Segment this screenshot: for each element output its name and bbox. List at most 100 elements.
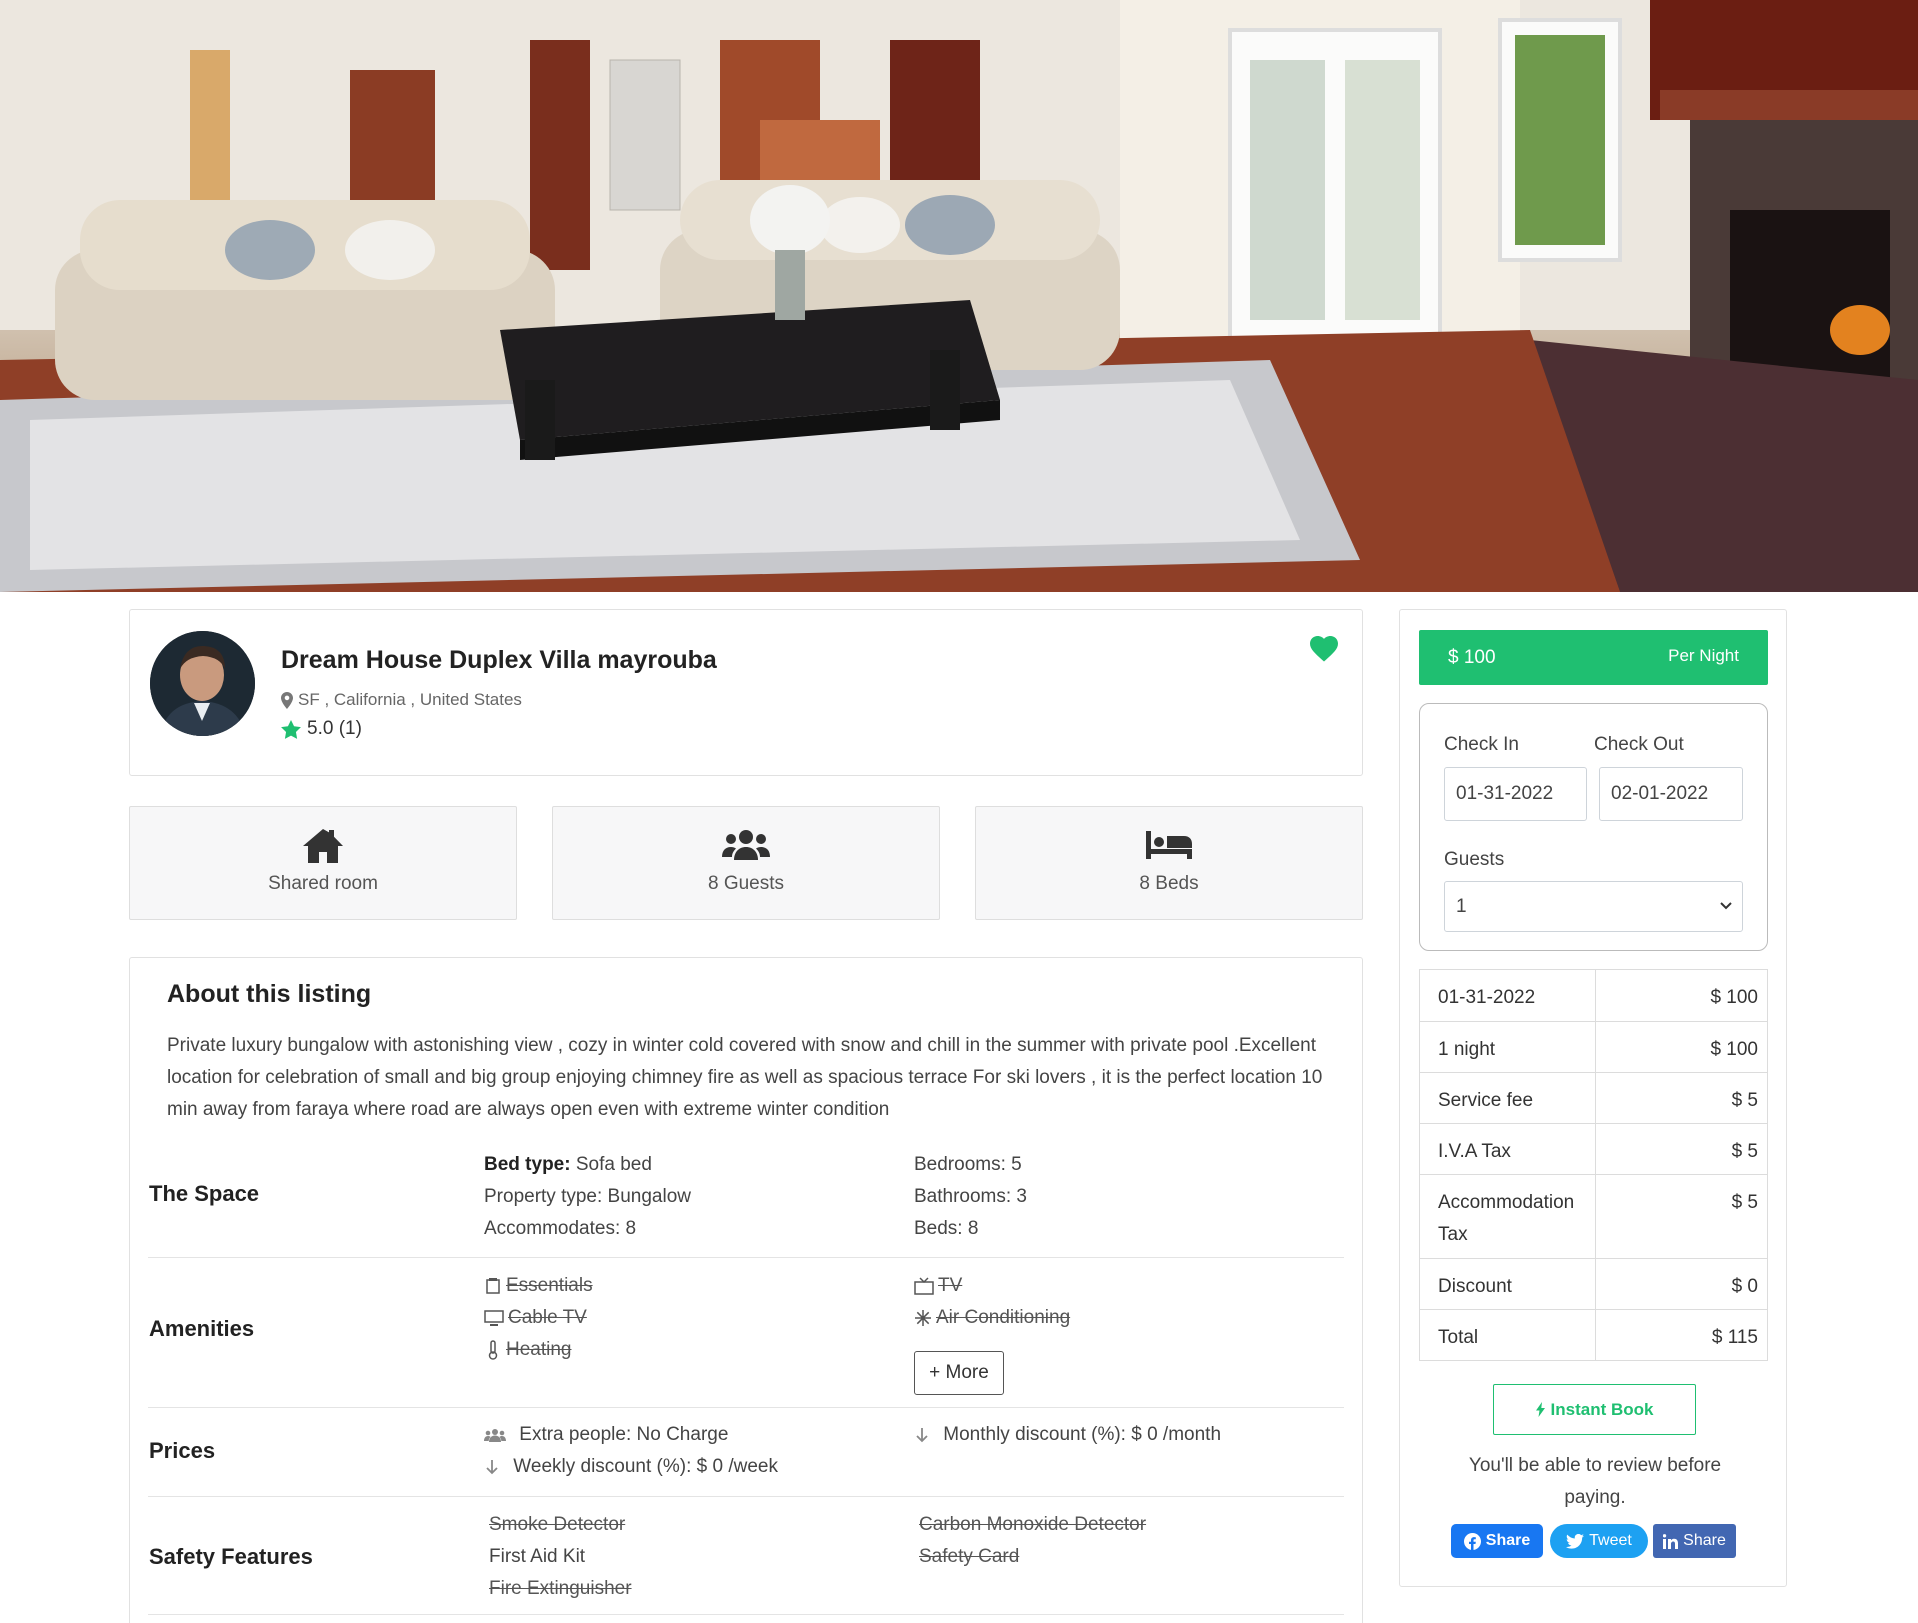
summary-label: Total — [1419, 1309, 1596, 1361]
snowflake-icon — [915, 1310, 931, 1326]
summary-amount: $ 0 — [1595, 1258, 1768, 1310]
listing-header-card: Dream House Duplex Villa mayrouba SF , C… — [129, 609, 1363, 776]
twitter-tweet-button[interactable]: Tweet — [1550, 1524, 1648, 1558]
summary-amount: $ 5 — [1595, 1072, 1768, 1124]
hero-image — [0, 0, 1918, 592]
amenities-col-right: TV Air Conditioning — [914, 1270, 1070, 1334]
twitter-tweet-label: Tweet — [1589, 1532, 1632, 1549]
safety-first-aid-kit: First Aid Kit — [489, 1546, 586, 1567]
booking-card: $ 100 Per Night Check In Check Out 01-31… — [1399, 609, 1787, 1587]
feature-label: 8 Guests — [707, 873, 785, 894]
summary-amount: $ 5 — [1595, 1174, 1768, 1259]
guests-label: Guests — [1444, 849, 1505, 870]
monthly-discount: Monthly discount (%): $ 0 /month — [943, 1424, 1222, 1445]
tv-icon — [914, 1277, 934, 1295]
feature-label: 8 Beds — [1139, 873, 1199, 894]
linkedin-share-label: Share — [1683, 1532, 1726, 1549]
table-row: Total $ 115 — [1419, 1309, 1768, 1361]
check-in-label: Check In — [1444, 734, 1519, 755]
host-avatar[interactable] — [150, 631, 255, 736]
accommodates: Accommodates: 8 — [484, 1218, 637, 1239]
location-text: SF , California , United States — [298, 690, 522, 709]
arrow-down-icon — [916, 1428, 928, 1443]
amenity-heating: Heating — [506, 1339, 572, 1360]
summary-label: Service fee — [1419, 1072, 1596, 1124]
divider — [148, 1257, 1344, 1258]
map-pin-icon — [281, 691, 293, 709]
amenity-tv: TV — [938, 1275, 963, 1296]
property-type: Property type: Bungalow — [484, 1186, 692, 1207]
instant-book-label: Instant Book — [1550, 1399, 1654, 1419]
prices-col-right: Monthly discount (%): $ 0 /month — [914, 1419, 1221, 1451]
about-card: About this listing Private luxury bungal… — [129, 957, 1363, 1623]
table-row: Service fee $ 5 — [1419, 1072, 1768, 1124]
safety-co-detector: Carbon Monoxide Detector — [919, 1514, 1147, 1535]
price-summary-table: 01-31-2022 $ 100 1 night $ 100 Service fee… — [1419, 969, 1768, 1361]
house-icon — [303, 829, 343, 863]
facebook-share-label: Share — [1485, 1532, 1531, 1549]
bedrooms: Bedrooms: 5 — [914, 1154, 1022, 1175]
guests-select[interactable]: 1 — [1444, 881, 1743, 932]
favorite-heart-icon[interactable] — [1310, 636, 1338, 662]
facebook-icon — [1463, 1532, 1481, 1550]
prices-col-left: Extra people: No Charge Weekly discount … — [484, 1419, 778, 1483]
safety-col-left: Smoke Detector First Aid Kit Fire Exting… — [489, 1509, 632, 1605]
summary-amount: $ 115 — [1595, 1309, 1768, 1361]
table-row: 01-31-2022 $ 100 — [1419, 969, 1768, 1022]
users-small-icon — [484, 1429, 506, 1442]
amenities-col-left: Essentials Cable TV Heating — [484, 1270, 593, 1366]
divider — [148, 1496, 1344, 1497]
amenity-air-conditioning: Air Conditioning — [936, 1307, 1071, 1328]
check-out-label: Check Out — [1594, 734, 1684, 755]
guests-value: 1 — [1456, 895, 1467, 917]
review-note: You'll be able to review before paying. — [1468, 1455, 1722, 1508]
summary-amount: $ 100 — [1595, 1021, 1768, 1073]
summary-label: Discount — [1419, 1258, 1596, 1310]
extra-people: Extra people: No Charge — [519, 1424, 729, 1445]
amenity-cable-tv: Cable TV — [508, 1307, 587, 1328]
summary-label: I.V.A Tax — [1419, 1123, 1596, 1175]
safety-fire-extinguisher: Fire Extinguisher — [489, 1578, 632, 1599]
weekly-discount: Weekly discount (%): $ 0 /week — [513, 1456, 778, 1477]
divider — [148, 1614, 1344, 1615]
safety-label: Safety Features — [149, 1544, 313, 1569]
linkedin-share-button[interactable]: Share — [1653, 1524, 1736, 1558]
prices-label: Prices — [149, 1438, 216, 1463]
price-value: $ 100 — [1448, 647, 1496, 668]
listing-title: Dream House Duplex Villa mayrouba — [281, 646, 717, 674]
about-description: Private luxury bungalow with astonishing… — [167, 1035, 1323, 1120]
more-amenities-button[interactable]: + More — [914, 1351, 1004, 1395]
twitter-icon — [1566, 1533, 1585, 1549]
check-in-input[interactable]: 01-31-2022 — [1444, 767, 1587, 821]
bed-type-value: Sofa bed — [575, 1154, 652, 1175]
safety-col-right: Carbon Monoxide Detector Safety Card — [919, 1509, 1146, 1573]
bathrooms: Bathrooms: 3 — [914, 1186, 1027, 1207]
space-col-right: Bedrooms: 5 Bathrooms: 3 Beds: 8 — [914, 1149, 1027, 1245]
essentials-icon — [486, 1278, 500, 1294]
table-row: I.V.A Tax $ 5 — [1419, 1123, 1768, 1175]
divider — [148, 1407, 1344, 1408]
thermometer-icon — [488, 1340, 498, 1360]
rating-text: 5.0 (1) — [307, 718, 362, 739]
chevron-down-icon — [1720, 902, 1732, 910]
bed-icon — [1146, 831, 1192, 859]
safety-card: Safety Card — [919, 1546, 1020, 1567]
feature-label: Shared room — [268, 873, 378, 894]
summary-label: 1 night — [1419, 1021, 1596, 1073]
about-title: About this listing — [167, 980, 372, 1008]
instant-book-button[interactable]: Instant Book — [1493, 1384, 1696, 1435]
table-row: Discount $ 0 — [1419, 1258, 1768, 1310]
summary-label: 01-31-2022 — [1419, 969, 1596, 1022]
monitor-icon — [484, 1310, 504, 1326]
amenities-label: Amenities — [149, 1316, 255, 1341]
bolt-icon — [1535, 1402, 1545, 1417]
space-col-left: Bed type: Sofa bed Property type: Bungal… — [484, 1149, 691, 1245]
listing-rating: 5.0 (1) — [281, 718, 362, 740]
linkedin-icon — [1663, 1533, 1679, 1549]
facebook-share-button[interactable]: Share — [1451, 1524, 1543, 1558]
check-out-input[interactable]: 02-01-2022 — [1599, 767, 1743, 821]
beds: Beds: 8 — [914, 1218, 979, 1239]
amenity-essentials: Essentials — [506, 1275, 593, 1296]
feature-guests: 8 Guests — [552, 806, 940, 920]
space-label: The Space — [149, 1181, 260, 1206]
